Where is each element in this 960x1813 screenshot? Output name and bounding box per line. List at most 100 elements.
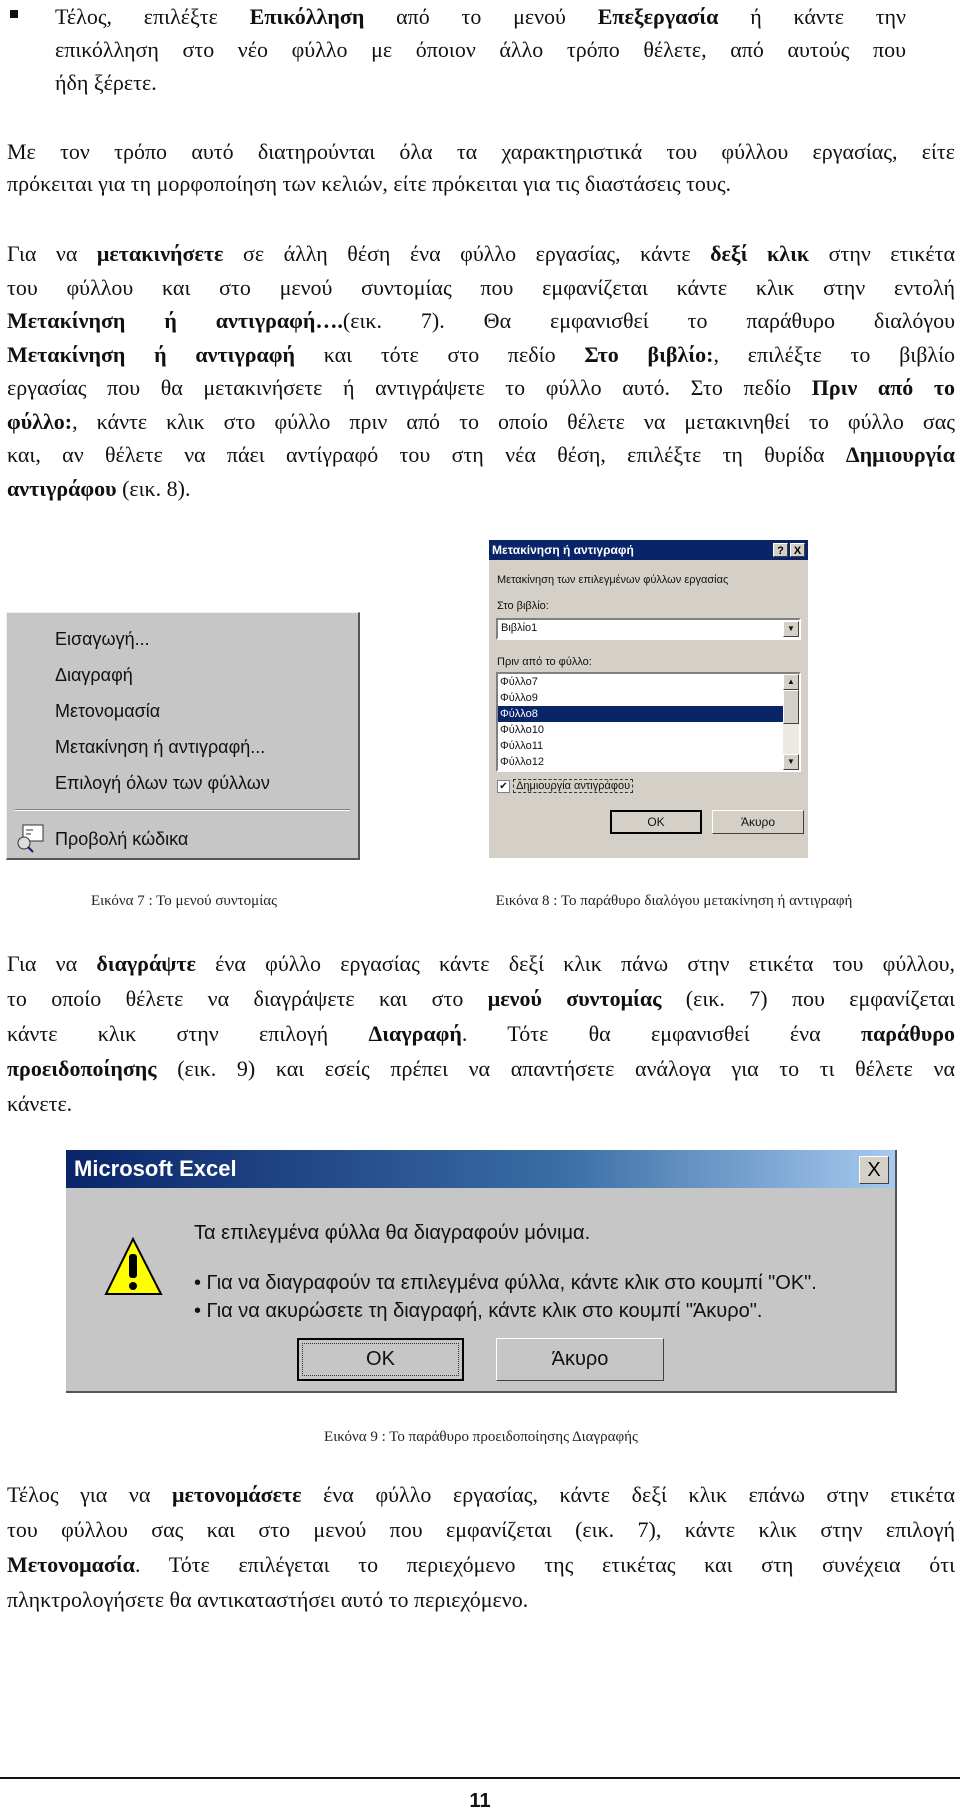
- book-value: Βιβλίο1: [501, 622, 538, 634]
- ok-button[interactable]: OK: [297, 1338, 464, 1381]
- help-button[interactable]: ?: [773, 543, 788, 557]
- text-run: επικόλληση στο νέο φύλλο με όποιον άλλο …: [55, 37, 906, 62]
- create-copy-checkbox[interactable]: ✔ Δημιουργία αντιγράφου: [497, 779, 634, 793]
- text-line: Με τον τρόπο αυτό διατηρούνται όλα τα χα…: [7, 136, 955, 168]
- bullet-marker: [10, 10, 18, 18]
- text-run: Τέλος για να: [7, 1482, 173, 1507]
- create-copy-label: Δημιουργία αντιγράφου: [513, 779, 634, 793]
- bold-term: Στο βιβλίο:: [584, 341, 714, 367]
- text-run: του φύλλου και στο μενού συντομίας που ε…: [7, 274, 955, 300]
- bold-term: Πριν από το: [811, 375, 955, 400]
- menu-item-select-all[interactable]: Επιλογή όλων των φύλλων: [55, 773, 270, 794]
- figure-9-caption: Εικόνα 9 : Το παράθυρο προειδοποίησης Δι…: [324, 1429, 638, 1445]
- sheet-list-item[interactable]: Φύλλο8: [498, 706, 783, 722]
- menu-item-insert[interactable]: Εισαγωγή...: [55, 629, 150, 650]
- view-code-icon: [15, 823, 45, 853]
- text-run: . Τότε επιλέγεται το περιεχόμενο της ετι…: [134, 1552, 955, 1577]
- sheet-list-item[interactable]: Φύλλο7: [498, 674, 783, 690]
- bold-term: Μετονομασία: [7, 1552, 135, 1577]
- text-line: πρόκειται για τη μορφοποίηση των κελιών,…: [7, 168, 955, 200]
- text-line: εργασίας που θα μετακινήσετε ή αντιγράψε…: [7, 371, 955, 405]
- cancel-button[interactable]: Άκυρο: [712, 810, 804, 834]
- scroll-up-icon[interactable]: ▲: [783, 674, 799, 690]
- text-run: (εικ. 7). Θα εμφανισθεί το παράθυρο διαλ…: [342, 308, 955, 333]
- close-button[interactable]: X: [790, 543, 805, 557]
- cancel-button[interactable]: Άκυρο: [496, 1338, 664, 1381]
- figure-8-caption: Εικόνα 8 : Το παράθυρο διαλόγου μετακίνη…: [495, 893, 853, 909]
- text-run: ή κάντε την: [718, 4, 906, 29]
- menu-item-delete[interactable]: Διαγραφή: [55, 665, 133, 686]
- text-line: επικόλληση στο νέο φύλλο με όποιον άλλο …: [55, 33, 906, 66]
- excel-delete-warning-dialog: Microsoft Excel X Τα επιλεγμένα φύλλα θα…: [66, 1150, 897, 1393]
- warning-icon: [102, 1236, 164, 1298]
- text-run: (εικ. 8).: [116, 475, 191, 501]
- ok-button[interactable]: OK: [610, 810, 702, 834]
- sheet-list-item[interactable]: Φύλλο11: [498, 738, 783, 754]
- text-line: Τέλος, επιλέξτε Επικόλληση από το μενού …: [55, 0, 906, 33]
- warning-bullet: • Για να ακυρώσετε τη διαγραφή, κάντε κλ…: [194, 1300, 763, 1322]
- text-line: κάνετε.: [7, 1086, 955, 1121]
- sheet-list-item[interactable]: Φύλλο9: [498, 690, 783, 706]
- text-run: το οποίο θέλετε να διαγράψετε και στο: [7, 986, 488, 1011]
- bold-term: Διαγραφή: [368, 1021, 462, 1046]
- menu-item-rename[interactable]: Μετονομασία: [55, 701, 160, 722]
- text-run: εργασίας που θα μετακινήσετε ή αντιγράψε…: [7, 375, 812, 400]
- text-run: Τέλος, επιλέξτε: [55, 4, 250, 29]
- text-run: στην ετικέτα: [809, 241, 955, 266]
- scroll-down-icon[interactable]: ▼: [783, 754, 799, 770]
- close-button[interactable]: X: [859, 1156, 889, 1184]
- bold-term: παράθυρο: [860, 1021, 956, 1046]
- warning-bullet: • Για να διαγραφούν τα επιλεγμένα φύλλα,…: [194, 1272, 817, 1294]
- figure-7-caption: Εικόνα 7 : Το μενού συντομίας: [90, 893, 278, 909]
- sheet-list-item[interactable]: Φύλλο10: [498, 722, 783, 738]
- text-line: Μετακίνηση ή αντιγραφή και τότε στο πεδί…: [7, 338, 955, 372]
- menu-separator: [15, 809, 350, 811]
- sheet-list[interactable]: Φύλλο7 Φύλλο9 Φύλλο8 Φύλλο10 Φύλλο11 Φύλλο12 …: [496, 672, 801, 772]
- bold-term: μενού συντομίας: [487, 986, 662, 1011]
- chevron-down-icon[interactable]: ▼: [783, 621, 799, 637]
- text-run: , κάντε κλικ στο φύλλο πριν από το οποίο…: [72, 408, 955, 434]
- text-run: ένα φύλλο εργασίας, κάντε δεξί κλικ επάν…: [301, 1482, 956, 1507]
- text-line: προειδοποίησης (εικ. 9) και εσείς πρέπει…: [7, 1051, 955, 1086]
- text-run: Με τον τρόπο αυτό διατηρούνται όλα τα χα…: [7, 139, 955, 164]
- text-run: και, αν θέλετε να πάει αντίγραφό του στη…: [7, 442, 846, 467]
- scrollbar-thumb[interactable]: [783, 690, 799, 724]
- text-line: αντιγράφου (εικ. 8).: [7, 472, 955, 506]
- text-line: πληκτρολογήσετε θα αντικαταστήσει αυτό τ…: [7, 1582, 955, 1617]
- menu-item-move-copy[interactable]: Μετακίνηση ή αντιγραφή...: [55, 737, 265, 758]
- bold-term: μετονομάσετε: [172, 1482, 302, 1507]
- text-line: Για να διαγράψτε ένα φύλλο εργασίας κάντ…: [7, 946, 955, 981]
- paragraph-rename-sheet: Τέλος για να μετονομάσετε ένα φύλλο εργα…: [7, 1477, 955, 1617]
- text-run: ένα φύλλο εργασίας κάντε δεξί κλικ πάνω …: [195, 951, 955, 976]
- bold-term: διαγράψτε: [96, 951, 196, 976]
- text-line: Τέλος για να μετονομάσετε ένα φύλλο εργα…: [7, 1477, 955, 1512]
- book-select[interactable]: Βιβλίο1 ▼: [496, 618, 801, 640]
- bold-term: Δημιουργία: [845, 442, 955, 467]
- before-sheet-label: Πριν από το φύλλο:: [497, 656, 592, 668]
- dialog-description: Μετακίνηση των επιλεγμένων φύλλων εργασί…: [497, 574, 729, 586]
- bold-term: φύλλο:: [7, 408, 73, 434]
- paragraph-move-sheet: Για να μετακινήσετε σε άλλη θέση ένα φύλ…: [7, 237, 955, 505]
- sheet-list-item[interactable]: Φύλλο12: [498, 754, 783, 770]
- bold-term: προειδοποίησης: [7, 1056, 157, 1081]
- dialog-title: Μετακίνηση ή αντιγραφή: [489, 540, 808, 560]
- text-line: το οποίο θέλετε να διαγράψετε και στο με…: [7, 981, 955, 1016]
- text-run: και τότε στο πεδίο: [295, 341, 585, 367]
- scrollbar-track[interactable]: [783, 724, 799, 754]
- sheet-context-menu: Εισαγωγή... Διαγραφή Μετονομασία Μετακίν…: [6, 612, 360, 860]
- text-run: . Τότε θα εμφανισθεί ένα: [461, 1021, 861, 1046]
- paragraph: Με τον τρόπο αυτό διατηρούνται όλα τα χα…: [7, 136, 955, 200]
- page-number: 11: [469, 1790, 491, 1812]
- text-line: κάντε κλικ στην επιλογή Διαγραφή. Τότε θ…: [7, 1016, 955, 1051]
- menu-item-view-code[interactable]: Προβολή κώδικα: [55, 829, 188, 850]
- text-run: (εικ. 9) και εσείς πρέπει να απαντήσετε …: [156, 1056, 955, 1081]
- text-run: από το μενού: [364, 4, 598, 29]
- paragraph-delete-sheet: Για να διαγράψτε ένα φύλλο εργασίας κάντ…: [7, 946, 955, 1121]
- text-run: σε άλλη θέση ένα φύλλο εργασίας, κάντε: [223, 241, 711, 266]
- text-run: (εικ. 7) που εμφανίζεται: [661, 986, 956, 1011]
- text-line: ήδη ξέρετε.: [55, 66, 906, 99]
- bold-term: Επικόλληση: [249, 4, 365, 29]
- text-run: του φύλλου σας και στο μενού που εμφανίζ…: [7, 1517, 955, 1542]
- text-run: Για να: [7, 241, 97, 266]
- text-line: Μετονομασία. Τότε επιλέγεται το περιεχόμ…: [7, 1547, 955, 1582]
